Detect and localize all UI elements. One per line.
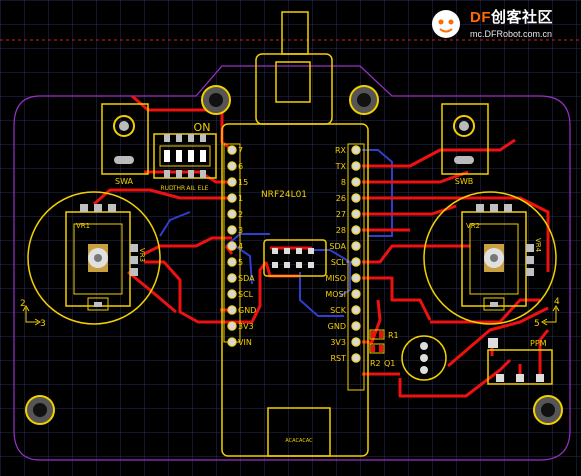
swb-label: SWB <box>455 177 473 186</box>
switch-labels: RUD THR AIL ELE <box>160 185 208 192</box>
right-pin-label: GND <box>328 322 346 331</box>
right-pin-pad <box>351 321 361 331</box>
left-pin-label: 7 <box>238 146 243 155</box>
right-pin-label: SCK <box>330 306 347 315</box>
right-pin-label: 26 <box>336 194 346 203</box>
left-pin-label: 6 <box>238 162 243 171</box>
antenna-label: ACACACAC <box>285 438 313 444</box>
r2-label: R2 <box>370 359 381 368</box>
left-pin-pad <box>227 241 237 251</box>
watermark-df: DF <box>470 9 491 26</box>
right-pin-pad <box>351 353 361 363</box>
left-pin-pad <box>227 177 237 187</box>
left-pin-pad <box>227 145 237 155</box>
right-pin-pad <box>351 145 361 155</box>
right-pin-pad <box>351 241 361 251</box>
left-pin-pad <box>227 273 237 283</box>
left-pin-label: 15 <box>238 178 248 187</box>
left-pin-pad <box>227 209 237 219</box>
right-pin-label: 27 <box>336 210 346 219</box>
ppm-label: PPM <box>530 339 547 348</box>
left-pin-label: 2 <box>238 210 243 219</box>
left-pin-label: 1 <box>238 194 243 203</box>
axis-left-a: 2 <box>20 299 26 309</box>
left-pin-pad <box>227 257 237 267</box>
module-name: NRF24L01 <box>261 190 307 200</box>
left-pin-pad <box>227 321 237 331</box>
right-pin-label: MISO <box>325 274 346 283</box>
right-pin-pad <box>351 177 361 187</box>
right-pin-label: TX <box>335 162 347 171</box>
left-pin-pad <box>227 193 237 203</box>
left-pin-pad <box>227 337 237 347</box>
switch-channel-label: THR <box>172 185 185 192</box>
left-pin-label: 3 <box>238 226 243 235</box>
left-pin-pad <box>227 161 237 171</box>
right-pin-pad <box>351 273 361 283</box>
right-pin-label: MOSI <box>325 290 346 299</box>
axis-right-b: 5 <box>534 319 540 329</box>
right-pin-pad <box>351 257 361 267</box>
vr2-label: VR2 <box>466 222 480 230</box>
right-pin-label: 3V3 <box>330 338 346 347</box>
left-pin-label: SDA <box>238 274 255 283</box>
right-pin-pad <box>351 289 361 299</box>
right-pin-label: 28 <box>336 226 346 235</box>
vr1-label: VR1 <box>76 222 90 230</box>
left-pin-label: VIN <box>238 338 252 347</box>
left-pin-label: 4 <box>238 242 243 251</box>
left-pin-pad <box>227 289 237 299</box>
switch-channel-label: AIL <box>186 185 196 192</box>
right-pin-pad <box>351 337 361 347</box>
axis-right-a: 4 <box>554 297 560 307</box>
dfrobot-logo <box>432 10 460 38</box>
right-pin-label: RST <box>330 354 346 363</box>
right-pin-label: SCL <box>331 258 347 267</box>
watermark-title: 创客社区 <box>491 9 554 26</box>
right-pin-pad <box>351 225 361 235</box>
left-pin-label: GND <box>238 306 256 315</box>
watermark: DF创客社区 mc.DFRobot.com.cn <box>470 6 553 39</box>
right-pin-pad <box>351 305 361 315</box>
right-pin-label: SDA <box>329 242 346 251</box>
left-pin-label: 3V3 <box>238 322 254 331</box>
switch-channel-label: ELE <box>198 185 209 192</box>
swa-label: SWA <box>115 177 134 186</box>
right-pin-label: 8 <box>341 178 346 187</box>
right-pin-pad <box>351 193 361 203</box>
right-pin-pad <box>351 209 361 219</box>
pcb-layout-view: ACACACAC NRF24L01 7 6 15 1 2 3 4 5 SDA SCL GND 3V3 V… <box>0 0 581 476</box>
axis-left-b: 3 <box>40 319 46 329</box>
left-pin-pad <box>227 305 237 315</box>
right-pin-pad <box>351 161 361 171</box>
r1-label: R1 <box>388 331 399 340</box>
right-pin-label: RX <box>335 146 347 155</box>
left-pin-label: 5 <box>238 258 243 267</box>
vr3-label: VR3 <box>138 248 146 262</box>
left-pin-pad <box>227 225 237 235</box>
watermark-url: mc.DFRobot.com.cn <box>470 29 553 39</box>
left-pin-label: SCL <box>238 290 254 299</box>
switch-on-label: ON <box>194 121 211 134</box>
grid-background <box>0 0 581 476</box>
q1-label: Q1 <box>384 359 395 368</box>
pcb-canvas[interactable]: ACACACAC NRF24L01 7 6 15 1 2 3 4 5 SDA SCL GND 3V3 V… <box>0 0 581 476</box>
vr4-label: VR4 <box>534 238 542 253</box>
